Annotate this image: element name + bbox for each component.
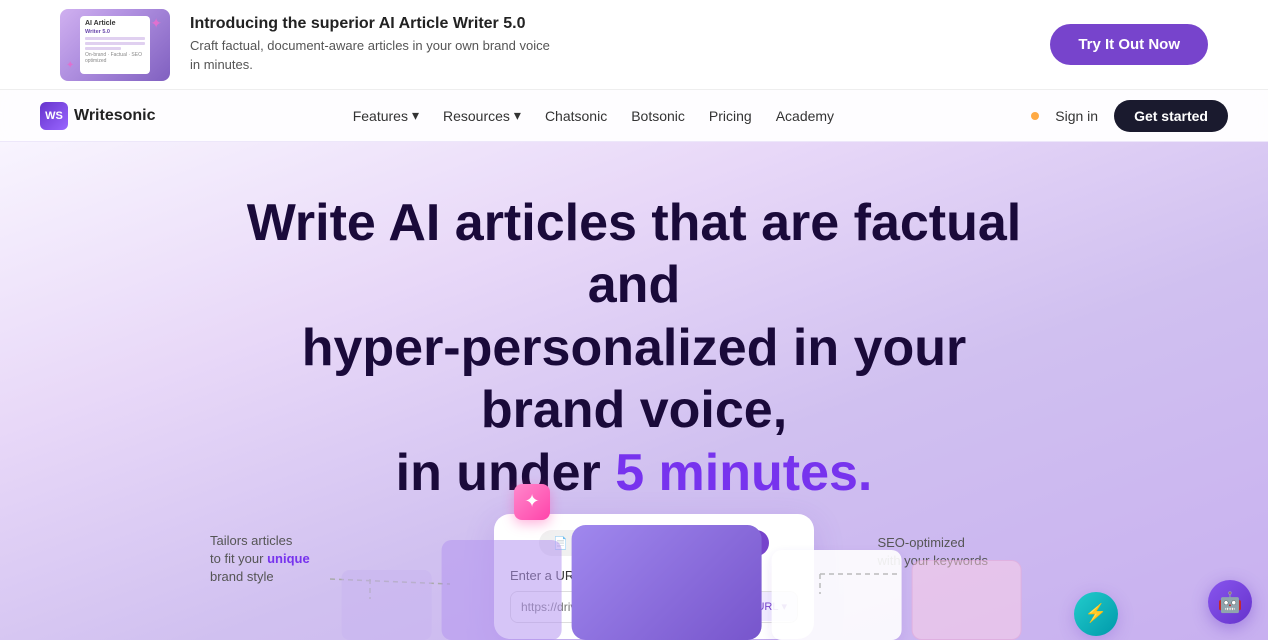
banner-card-line1 (85, 37, 145, 40)
floating-bolt-icon[interactable]: ⚡ (1074, 592, 1118, 636)
feature-brand-text1: Tailors articles (210, 533, 292, 548)
bolt-symbol: ⚡ (1085, 603, 1107, 624)
nav-item-features[interactable]: Features ▾ (353, 107, 419, 124)
feature-brand-text2: to fit your (210, 551, 263, 566)
nav-link-resources[interactable]: Resources ▾ (443, 107, 521, 124)
feature-brand-label: Tailors articles to fit your unique bran… (210, 532, 310, 587)
banner-heading: Introducing the superior AI Article Writ… (190, 15, 550, 33)
nav-link-academy[interactable]: Academy (776, 108, 834, 124)
nav-item-pricing[interactable]: Pricing (709, 108, 752, 124)
nav-right: Sign in Get started (1031, 100, 1228, 132)
nav-links: Features ▾ Resources ▾ Chatsonic Botsoni… (353, 107, 834, 124)
feature-brand-text3: brand style (210, 569, 274, 584)
nav-link-pricing[interactable]: Pricing (709, 108, 752, 124)
hero-section: Write AI articles that are factual and h… (0, 142, 1268, 640)
nav-link-features[interactable]: Features ▾ (353, 107, 419, 124)
banner-card-meta: On-brand · Factual · SEO optimized (85, 52, 145, 64)
nav-item-botsonic[interactable]: Botsonic (631, 108, 685, 124)
nav-item-resources[interactable]: Resources ▾ (443, 107, 521, 124)
banner-description: Craft factual, document-aware articles i… (190, 37, 550, 73)
hero-line2: hyper-personalized in your brand voice, (302, 319, 967, 439)
banner-card-line2 (85, 42, 145, 45)
top-banner: AI Article Writer 5.0 On-brand · Factual… (0, 0, 1268, 90)
chevron-down-icon: ▾ (412, 107, 419, 124)
banner-card-title: AI Article (85, 20, 145, 27)
bottom-card-sm-1 (342, 570, 432, 640)
bottom-card-md (442, 540, 562, 640)
nav-item-academy[interactable]: Academy (776, 108, 834, 124)
bottom-card-white (772, 550, 902, 640)
hero-line3-highlight: 5 minutes. (615, 444, 872, 502)
feature-brand-highlight: unique (267, 551, 310, 566)
chevron-down-icon-2: ▾ (514, 107, 521, 124)
hero-content: Tailors articles to fit your unique bran… (0, 504, 1268, 640)
star-icon-2: ✦ (66, 60, 74, 71)
try-it-out-button[interactable]: Try It Out Now (1050, 24, 1208, 65)
chat-widget-button[interactable]: 🤖 (1208, 580, 1252, 624)
hero-title: Write AI articles that are factual and h… (244, 142, 1024, 504)
bottom-cards-group (342, 525, 1022, 640)
chat-icon: 🤖 (1218, 590, 1243, 615)
hero-heading: Write AI articles that are factual and h… (244, 192, 1024, 504)
sign-in-button[interactable]: Sign in (1055, 108, 1098, 124)
banner-card-line3 (85, 47, 121, 50)
banner-card-subtitle: Writer 5.0 (85, 29, 145, 35)
sparkle-symbol: ✦ (524, 491, 539, 512)
hero-line1: Write AI articles that are factual and (247, 194, 1022, 314)
sparkle-icon-button[interactable]: ✦ (514, 484, 550, 520)
banner-left: AI Article Writer 5.0 On-brand · Factual… (60, 9, 550, 81)
status-dot (1031, 112, 1039, 120)
star-icon: ✦ (150, 15, 162, 32)
bottom-card-large (572, 525, 762, 640)
nav-link-chatsonic[interactable]: Chatsonic (545, 108, 607, 124)
navbar: WS Writesonic Features ▾ Resources ▾ Cha… (0, 90, 1268, 142)
banner-text: Introducing the superior AI Article Writ… (190, 15, 550, 73)
nav-link-botsonic[interactable]: Botsonic (631, 108, 685, 124)
nav-logo[interactable]: WS Writesonic (40, 102, 156, 130)
get-started-button[interactable]: Get started (1114, 100, 1228, 132)
banner-image-card: AI Article Writer 5.0 On-brand · Factual… (80, 16, 150, 74)
nav-item-chatsonic[interactable]: Chatsonic (545, 108, 607, 124)
logo-icon: WS (40, 102, 68, 130)
logo-text: Writesonic (74, 107, 156, 125)
hero-line3-plain: in under (396, 444, 616, 502)
bottom-card-pink (912, 560, 1022, 640)
banner-product-image: AI Article Writer 5.0 On-brand · Factual… (60, 9, 170, 81)
